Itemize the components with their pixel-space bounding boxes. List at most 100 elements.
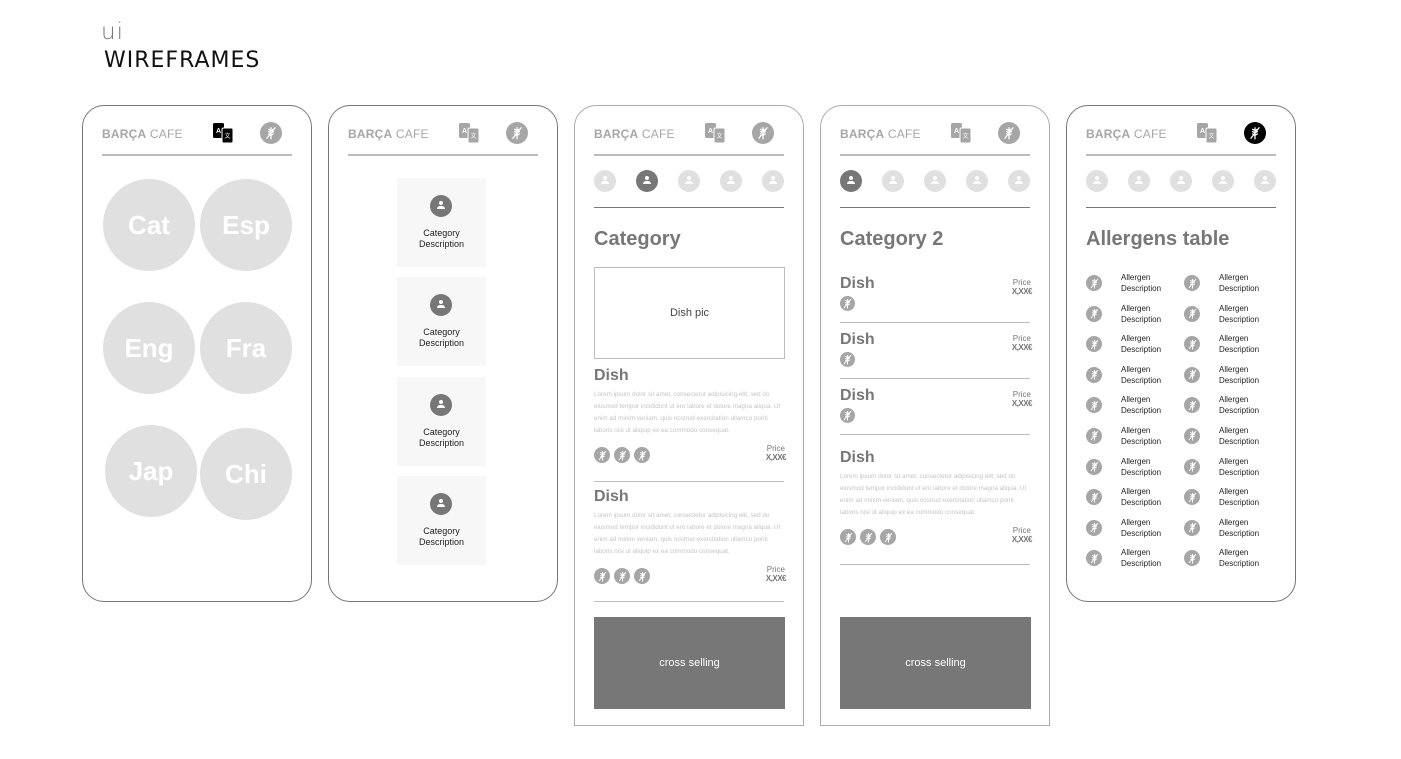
allergen-description: Description	[1219, 375, 1260, 385]
category-tab-2[interactable]	[882, 170, 904, 192]
allergen-row: Allergen Description Allergen Description	[1086, 364, 1278, 395]
svg-text:A: A	[708, 128, 713, 135]
dish-name: Dish	[840, 449, 875, 466]
dish-price: Price X,XX€	[1011, 278, 1033, 296]
dish-description: Lorem ipsum dolor sit amet, consectetur …	[594, 391, 781, 434]
allergen-description: Description	[1219, 284, 1260, 293]
allergen-name: Allergen	[1219, 425, 1249, 435]
allergen-name: Allergen	[1219, 395, 1249, 405]
translate-icon[interactable]: A文	[212, 122, 234, 144]
allergen-icon	[1086, 489, 1102, 506]
category-card[interactable]: Category Description	[397, 475, 486, 565]
dish-item[interactable]: Dish Lorem ipsum dolor sit amet, consect…	[840, 449, 1033, 565]
category-tab-2[interactable]	[636, 170, 658, 192]
allergen-description: Description	[1219, 467, 1260, 477]
gluten-free-icon[interactable]	[260, 122, 282, 144]
category-tab-3[interactable]	[1170, 170, 1192, 192]
category-tab-5[interactable]	[1254, 170, 1276, 192]
translate-icon[interactable]: A文	[704, 122, 726, 144]
gluten-free-icon[interactable]	[506, 122, 528, 144]
allergen-icon	[1086, 366, 1102, 383]
cross-selling-banner[interactable]: cross selling	[594, 617, 785, 709]
category-tabs	[1086, 164, 1276, 208]
person-icon	[430, 195, 452, 217]
dish-description: Lorem ipsum dolor sit amet, consectetur …	[840, 473, 1027, 516]
person-icon	[1092, 176, 1102, 186]
category-tab-3[interactable]	[924, 170, 946, 192]
category-tab-5[interactable]	[1008, 170, 1030, 192]
cross-selling-banner[interactable]: cross selling	[840, 617, 1031, 709]
allergen-icons	[840, 529, 896, 545]
allergen-description: Description	[1219, 528, 1260, 538]
category-tab-1[interactable]	[840, 170, 862, 192]
category-tab-1[interactable]	[1086, 170, 1108, 192]
brand-logo: BARÇA CAFE	[102, 127, 183, 141]
allergen-name: Allergen	[1219, 334, 1249, 344]
brand-logo: BARÇA CAFE	[348, 127, 429, 141]
allergen-description: Description	[1121, 436, 1162, 446]
language-button-fra[interactable]: Fra	[200, 302, 292, 394]
allergen-name: Allergen	[1121, 334, 1151, 344]
allergen-icon	[1086, 519, 1102, 536]
language-button-esp[interactable]: Esp	[200, 179, 292, 271]
allergen-row: Allergen Description Allergen Description	[1086, 486, 1278, 517]
dish-item[interactable]: Dish Price X,XX€	[840, 275, 1033, 323]
category-card[interactable]: Category Description	[397, 376, 486, 466]
svg-text:文: 文	[224, 132, 230, 140]
allergen-icon	[880, 529, 896, 545]
allergen-description: Description	[1219, 498, 1260, 508]
dish-item[interactable]: Dish Price X,XX€	[840, 387, 1033, 435]
allergen-description: Description	[1121, 284, 1162, 293]
category-tabs	[594, 164, 784, 208]
language-button-jap[interactable]: Jap	[105, 425, 197, 517]
category-tab-2[interactable]	[1128, 170, 1150, 192]
person-icon	[600, 176, 610, 186]
allergen-icon	[1184, 519, 1200, 536]
language-button-chi[interactable]: Chi	[200, 428, 292, 520]
category-description: Description	[418, 338, 465, 349]
svg-text:A: A	[216, 128, 221, 135]
allergen-description: Description	[1121, 406, 1162, 416]
screen-language-selection: BARÇA CAFE A文 Cat Esp Eng Fra Jap Chi	[82, 105, 312, 602]
allergen-icons	[594, 568, 650, 584]
category-tab-5[interactable]	[762, 170, 784, 192]
gluten-free-icon[interactable]	[1244, 122, 1266, 144]
allergen-description: Description	[1219, 559, 1260, 569]
brand-logo: BARÇA CAFE	[840, 127, 921, 141]
dish-price: Price X,XX€	[1011, 334, 1033, 352]
category-description: Description	[418, 536, 465, 547]
dish-item[interactable]: Dish Lorem ipsum dolor sit amet, consect…	[594, 367, 787, 482]
translate-icon[interactable]: A文	[950, 122, 972, 144]
category-tab-1[interactable]	[594, 170, 616, 192]
person-icon	[930, 176, 940, 186]
category-title: Category 2	[840, 228, 944, 250]
allergen-name: Allergen	[1219, 273, 1249, 282]
dish-name: Dish	[594, 488, 629, 505]
dish-item[interactable]: Dish Price X,XX€	[840, 331, 1033, 379]
allergen-name: Allergen	[1121, 487, 1151, 497]
allergen-icon	[840, 352, 855, 367]
translate-icon[interactable]: A文	[1196, 122, 1218, 144]
allergen-name: Allergen	[1219, 487, 1249, 497]
category-tab-3[interactable]	[678, 170, 700, 192]
gluten-free-icon[interactable]	[752, 122, 774, 144]
gluten-free-icon[interactable]	[998, 122, 1020, 144]
allergen-icon	[614, 568, 630, 584]
allergen-row: Allergen Description Allergen Description	[1086, 333, 1278, 364]
category-tab-4[interactable]	[1212, 170, 1234, 192]
allergen-icon	[1184, 550, 1200, 567]
allergen-icon	[1184, 275, 1200, 291]
category-card[interactable]: Category Description	[397, 277, 486, 367]
category-card[interactable]: Category Description	[397, 178, 486, 267]
allergen-description: Description	[1121, 314, 1162, 324]
language-button-cat[interactable]: Cat	[103, 179, 195, 271]
translate-icon[interactable]: A文	[458, 122, 480, 144]
allergen-row: Allergen Description Allergen Description	[1086, 272, 1278, 303]
category-tab-4[interactable]	[720, 170, 742, 192]
allergen-icon	[1184, 305, 1200, 322]
screen-category-2: BARÇA CAFE A文 Category 2 Dish Price X,XX€…	[820, 105, 1050, 726]
allergen-icon	[1184, 336, 1200, 353]
language-button-eng[interactable]: Eng	[103, 302, 195, 394]
category-tab-4[interactable]	[966, 170, 988, 192]
dish-item[interactable]: Dish Lorem ipsum dolor sit amet, consect…	[594, 488, 787, 602]
